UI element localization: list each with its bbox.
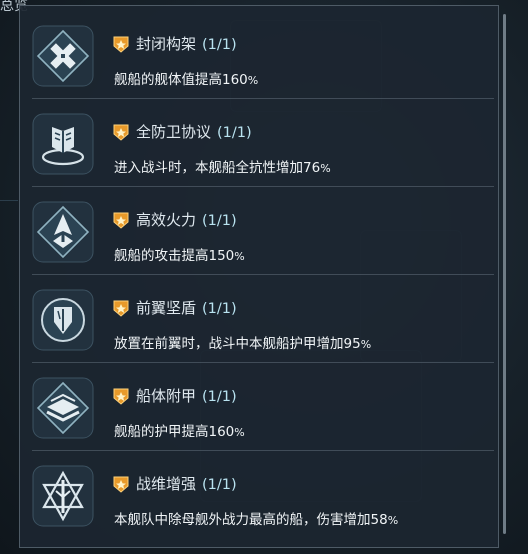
skill-title: 高效火力 (1/1) (136, 209, 237, 230)
scrollbar[interactable] (503, 14, 506, 534)
rank-badge-icon (112, 211, 130, 229)
skill-description: 舰船的攻击提高150% (114, 244, 245, 264)
skill-item: 战维增强 (1/1) 本舰队中除母舰外战力最高的船，伤害增加58% (20, 451, 498, 539)
skill-list-panel: 封闭构架 (1/1) 舰船的舰体值提高160% 全防卫协议 (1/1) 进入战斗时，… (19, 5, 506, 548)
skill-count: (1/1) (202, 389, 237, 405)
skill-description: 舰船的舰体值提高160% (114, 68, 258, 88)
skill-description-text: 放置在前翼时，战斗中本舰船护甲增加95 (114, 336, 361, 352)
closed-frame-icon (32, 25, 94, 87)
skill-description: 舰船的护甲提高160% (114, 420, 245, 440)
skill-title: 前翼坚盾 (1/1) (136, 297, 237, 318)
skill-description: 放置在前翼时，战斗中本舰船护甲增加95% (114, 332, 371, 352)
skill-item: 船体附甲 (1/1) 舰船的护甲提高160% (20, 363, 498, 451)
skill-name: 船体附甲 (136, 387, 197, 405)
percent-sign: % (234, 250, 245, 263)
skill-description-text: 进入战斗时，本舰船全抗性增加76 (114, 160, 321, 176)
rank-badge-icon (112, 299, 130, 317)
front-wing-shield-icon (32, 289, 94, 351)
hull-armor-layers-icon (32, 377, 94, 439)
skill-title: 船体附甲 (1/1) (136, 385, 237, 406)
skill-title: 全防卫协议 (1/1) (136, 121, 252, 142)
skill-count: (1/1) (202, 213, 237, 229)
rank-badge-icon (112, 475, 130, 493)
firepower-arrow-icon (32, 201, 94, 263)
skill-item: 前翼坚盾 (1/1) 放置在前翼时，战斗中本舰船护甲增加95% (20, 275, 498, 363)
skill-name: 前翼坚盾 (136, 299, 197, 317)
rank-badge-icon (112, 35, 130, 53)
skill-name: 全防卫协议 (136, 123, 212, 141)
defense-shield-book-icon (32, 113, 94, 175)
skill-item: 封闭构架 (1/1) 舰船的舰体值提高160% (20, 11, 498, 99)
tactical-boost-star-icon (32, 465, 94, 527)
skill-item: 全防卫协议 (1/1) 进入战斗时，本舰船全抗性增加76% (20, 99, 498, 187)
rank-badge-icon (112, 123, 130, 141)
skill-description: 进入战斗时，本舰船全抗性增加76% (114, 156, 331, 176)
skill-count: (1/1) (202, 37, 237, 53)
skill-count: (1/1) (217, 125, 252, 141)
background-divider (0, 200, 18, 201)
skill-description-text: 舰船的攻击提高150 (114, 248, 235, 264)
percent-sign: % (320, 162, 331, 175)
skill-description: 本舰队中除母舰外战力最高的船，伤害增加58% (114, 508, 398, 528)
skill-title: 封闭构架 (1/1) (136, 33, 237, 54)
percent-sign: % (360, 338, 372, 351)
percent-sign: % (247, 74, 259, 87)
skill-name: 战维增强 (136, 475, 197, 493)
skill-count: (1/1) (202, 301, 237, 317)
skill-description-text: 舰船的护甲提高160 (114, 424, 235, 440)
skill-item: 高效火力 (1/1) 舰船的攻击提高150% (20, 187, 498, 275)
skill-name: 高效火力 (136, 211, 197, 229)
skill-name: 封闭构架 (136, 35, 197, 53)
skill-description-text: 舰船的舰体值提高160 (114, 72, 248, 88)
skill-description-text: 本舰队中除母舰外战力最高的船，伤害增加58 (114, 512, 388, 528)
skill-count: (1/1) (202, 477, 237, 493)
percent-sign: % (387, 514, 399, 527)
rank-badge-icon (112, 387, 130, 405)
percent-sign: % (234, 426, 245, 439)
skill-title: 战维增强 (1/1) (136, 473, 237, 494)
